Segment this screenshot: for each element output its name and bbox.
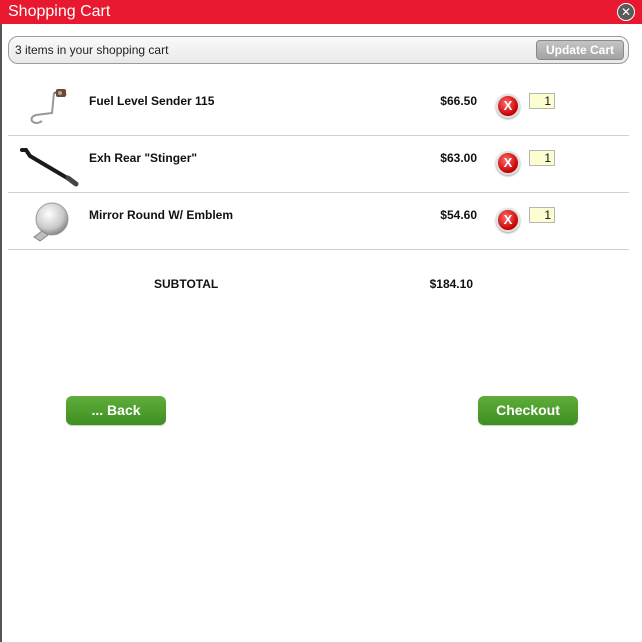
- close-icon[interactable]: ✕: [617, 3, 635, 21]
- item-name: Exh Rear "Stinger": [89, 151, 198, 165]
- item-price: $54.60: [440, 208, 477, 222]
- subtotal-label: SUBTOTAL: [154, 277, 219, 291]
- window-title: Shopping Cart: [8, 3, 111, 20]
- item-price: $66.50: [440, 94, 477, 108]
- cart-item-row: Fuel Level Sender 115 $66.50 X: [8, 79, 629, 136]
- checkout-button[interactable]: Checkout: [478, 396, 578, 425]
- quantity-input[interactable]: [529, 150, 555, 166]
- item-name: Fuel Level Sender 115: [89, 94, 215, 108]
- update-cart-button[interactable]: Update Cart: [536, 40, 624, 60]
- exhaust-pipe-icon: [20, 148, 79, 187]
- back-button[interactable]: ... Back: [66, 396, 166, 425]
- window-left-edge: [0, 24, 2, 642]
- item-price: $63.00: [440, 151, 477, 165]
- item-name: Mirror Round W/ Emblem: [89, 208, 233, 222]
- subtotal-value: $184.10: [429, 277, 473, 291]
- remove-item-button[interactable]: X: [496, 94, 520, 118]
- quantity-input[interactable]: [529, 207, 555, 223]
- cart-item-row: Mirror Round W/ Emblem $54.60 X: [8, 193, 629, 250]
- remove-item-button[interactable]: X: [496, 151, 520, 175]
- cart-item-count: 3 items in your shopping cart: [15, 43, 169, 57]
- fuel-sender-icon: [30, 89, 67, 124]
- quantity-input[interactable]: [529, 93, 555, 109]
- mirror-icon: [33, 202, 69, 242]
- cart-item-row: Exh Rear "Stinger" $63.00 X: [8, 136, 629, 193]
- remove-item-button[interactable]: X: [496, 208, 520, 232]
- title-bar: Shopping Cart ✕: [0, 0, 642, 24]
- cart-summary-bar: 3 items in your shopping cart Update Car…: [8, 36, 629, 64]
